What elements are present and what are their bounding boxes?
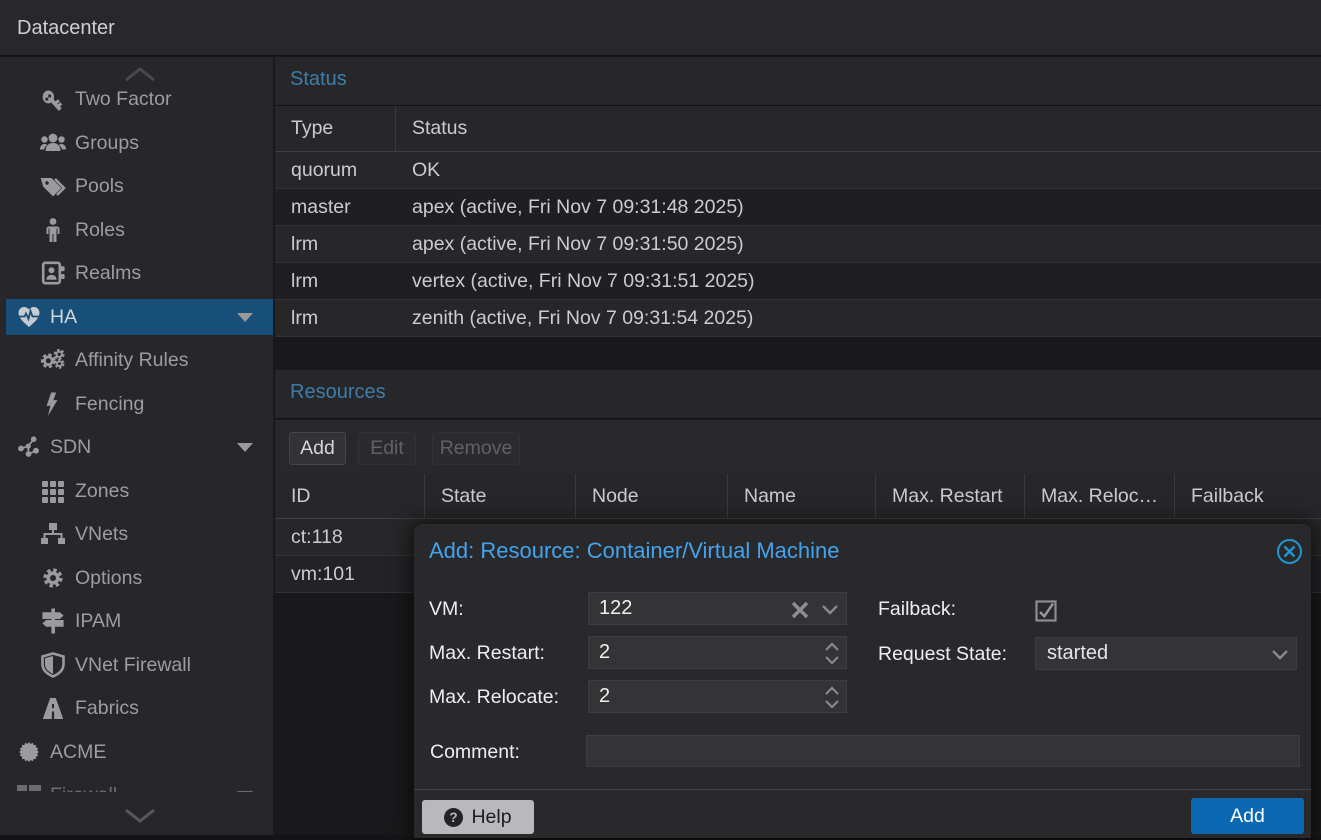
svg-text:?: ? [450,810,458,825]
